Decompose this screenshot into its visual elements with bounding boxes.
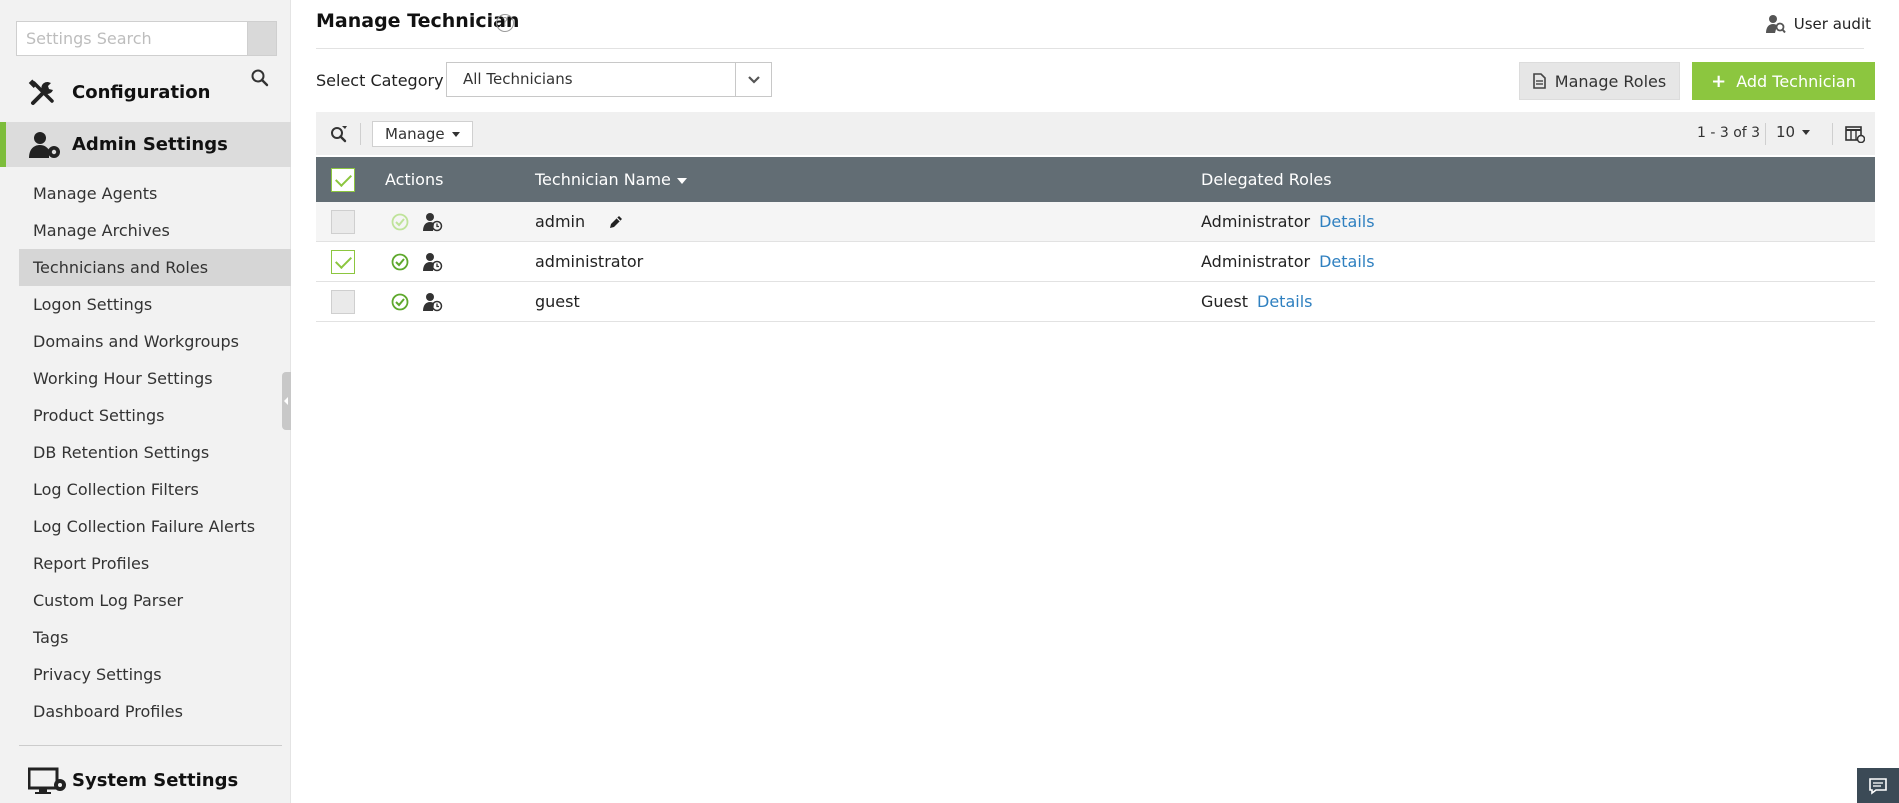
sidebar-item-domains-and-workgroups[interactable]: Domains and Workgroups [19,323,291,360]
technician-name: admin [535,212,586,231]
delegated-role: Administrator Details [1201,242,1375,282]
section-system-settings-label: System Settings [72,770,239,791]
add-technician-button[interactable]: + Add Technician [1692,62,1875,100]
user-audit-label: User audit [1793,15,1871,33]
row-checkbox[interactable] [331,290,355,314]
table-header-row: Actions Technician Name Delegated Roles [316,157,1875,202]
row-checkbox[interactable] [331,250,355,274]
sidebar-item-privacy-settings[interactable]: Privacy Settings [19,656,291,693]
sidebar: Configuration Admin Settings Manage Agen… [0,0,291,803]
document-icon [1532,73,1546,89]
user-clock-icon[interactable] [423,252,443,272]
sidebar-item-dashboard-profiles[interactable]: Dashboard Profiles [19,693,291,730]
sort-desc-icon [676,177,687,184]
manage-roles-button[interactable]: Manage Roles [1519,62,1680,100]
rows-per-page-value: 10 [1776,123,1796,141]
table-settings-icon[interactable] [1845,125,1865,143]
add-technician-label: Add Technician [1736,71,1856,91]
table-row: admin Administrator Details [316,202,1875,242]
category-dropdown-toggle[interactable] [735,63,771,96]
pagination-range: 1 - 3 of 3 [1697,125,1761,141]
chat-button[interactable] [1857,768,1899,803]
tools-icon [28,78,54,105]
user-search-icon [1765,15,1786,34]
sidebar-item-manage-agents[interactable]: Manage Agents [19,175,291,212]
sidebar-item-log-collection-failure-alerts[interactable]: Log Collection Failure Alerts [19,508,291,545]
toolbar-separator [360,123,361,145]
section-configuration[interactable]: Configuration [0,70,291,115]
manage-dropdown-button[interactable]: Manage [372,121,473,147]
check-circle-icon[interactable] [391,213,409,231]
user-clock-icon[interactable] [423,212,443,232]
search-filter-icon[interactable] [330,125,348,143]
page-title: Manage Technician [316,10,520,32]
settings-search-box [16,21,277,56]
sidebar-item-log-collection-filters[interactable]: Log Collection Filters [19,471,291,508]
settings-search-input[interactable] [17,22,247,55]
sidebar-item-logon-settings[interactable]: Logon Settings [19,286,291,323]
sidebar-item-working-hour-settings[interactable]: Working Hour Settings [19,360,291,397]
chevron-down-icon [747,75,760,84]
caret-down-icon [451,131,460,137]
delegated-role-name: Administrator [1201,252,1311,271]
delegated-role: Guest Details [1201,282,1312,322]
help-icon[interactable]: ? [496,14,514,32]
delegated-role: Administrator Details [1201,202,1375,242]
sidebar-item-technicians-and-roles[interactable]: Technicians and Roles [19,249,291,286]
monitor-gear-icon [28,767,66,794]
column-header-technician-name[interactable]: Technician Name [535,157,687,202]
pencil-icon[interactable] [608,214,624,230]
column-header-delegated-roles: Delegated Roles [1201,170,1332,189]
manage-dropdown-label: Manage [385,125,445,143]
sidebar-item-db-retention-settings[interactable]: DB Retention Settings [19,434,291,471]
role-details-link[interactable]: Details [1319,212,1374,231]
admin-settings-nav: Manage Agents Manage Archives Technician… [0,175,291,730]
section-configuration-label: Configuration [72,82,211,103]
user-clock-icon[interactable] [423,292,443,312]
technician-table: Actions Technician Name Delegated Roles … [316,157,1875,322]
settings-search-button[interactable] [247,22,276,55]
rows-per-page-select[interactable]: 10 [1776,123,1811,141]
row-checkbox[interactable] [331,210,355,234]
delegated-role-name: Guest [1201,292,1248,311]
sidebar-item-tags[interactable]: Tags [19,619,291,656]
role-details-link[interactable]: Details [1319,252,1374,271]
table-row: administrator Administrator Details [316,242,1875,282]
user-audit-link[interactable]: User audit [1765,14,1871,34]
section-admin-settings-label: Admin Settings [72,134,228,155]
table-toolbar: Manage 1 - 3 of 3 10 [316,112,1875,155]
sidebar-item-manage-archives[interactable]: Manage Archives [19,212,291,249]
technician-name: administrator [535,252,644,271]
check-circle-icon[interactable] [391,293,409,311]
role-details-link[interactable]: Details [1257,292,1312,311]
section-system-settings[interactable]: System Settings [0,758,291,803]
technician-name: guest [535,292,580,311]
main-content: Manage Technician ? User audit Select Ca… [291,0,1899,803]
sidebar-item-custom-log-parser[interactable]: Custom Log Parser [19,582,291,619]
sidebar-divider [19,745,282,746]
caret-down-icon [1802,129,1811,135]
plus-icon: + [1711,70,1727,92]
toolbar-separator [1832,123,1833,145]
select-all-checkbox[interactable] [331,168,355,192]
category-select-value: All Technicians [463,70,573,88]
sidebar-item-report-profiles[interactable]: Report Profiles [19,545,291,582]
manage-roles-label: Manage Roles [1554,71,1667,91]
column-header-technician-name-label: Technician Name [535,170,671,189]
title-divider [316,48,1864,49]
column-header-actions: Actions [385,170,444,189]
section-admin-settings[interactable]: Admin Settings [0,122,291,167]
check-circle-icon[interactable] [391,253,409,271]
table-row: guest Guest Details [316,282,1875,322]
sidebar-collapse-handle[interactable] [282,372,291,430]
chat-icon [1869,777,1887,795]
delegated-role-name: Administrator [1201,212,1311,231]
toolbar-separator [1765,123,1766,145]
sidebar-item-product-settings[interactable]: Product Settings [19,397,291,434]
category-select[interactable]: All Technicians [446,62,772,97]
category-label: Select Category [316,71,444,90]
user-gear-icon [29,131,60,158]
